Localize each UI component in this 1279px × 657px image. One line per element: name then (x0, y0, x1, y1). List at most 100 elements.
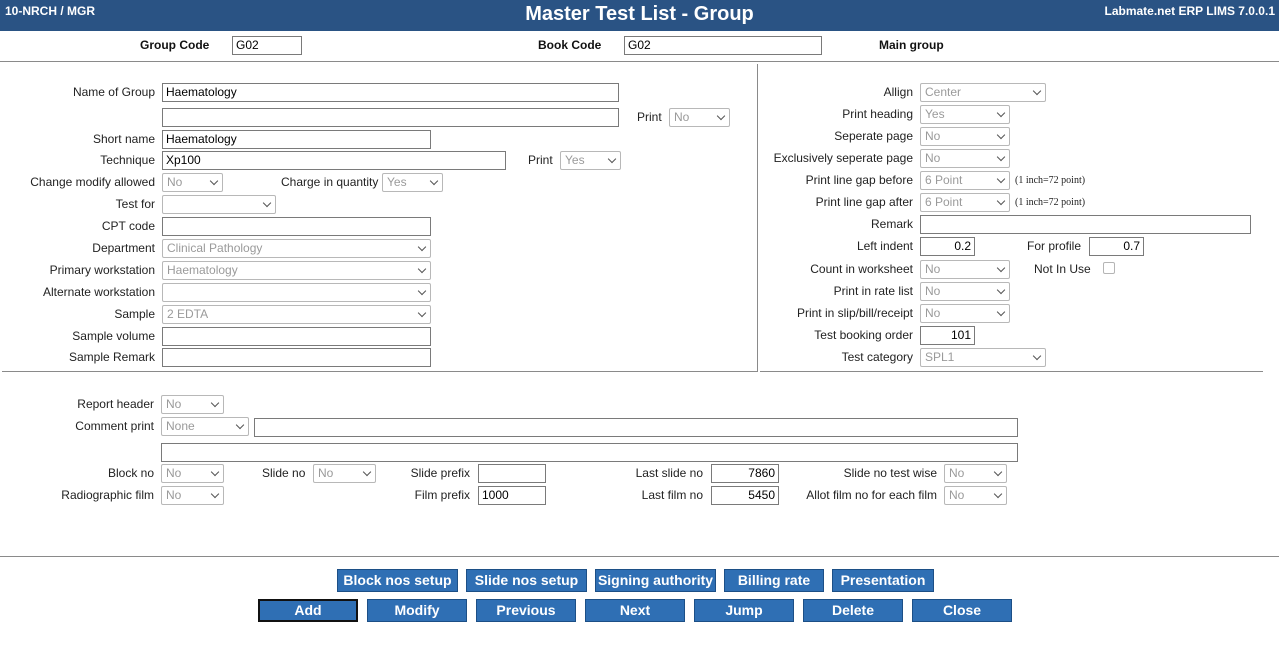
print-heading-value: Yes (925, 107, 945, 121)
print-select-1[interactable]: No (669, 108, 730, 127)
primary-workstation-select[interactable]: Haematology (162, 261, 431, 280)
report-header-value: No (166, 397, 182, 411)
test-for-select[interactable] (162, 195, 276, 214)
short-name-label: Short name (92, 132, 155, 146)
charge-quantity-label: Charge in quantity (281, 175, 379, 189)
app-version: Labmate.net ERP LIMS 7.0.0.1 (1104, 4, 1275, 18)
seperate-page-select[interactable]: No (920, 127, 1010, 146)
exclusively-seperate-page-value: No (925, 151, 941, 165)
print-heading-label: Print heading (842, 107, 913, 121)
department-label: Department (92, 241, 155, 255)
allot-film-select[interactable]: No (944, 486, 1007, 505)
short-name-input[interactable]: Haematology (162, 130, 431, 149)
allign-select[interactable]: Center (920, 83, 1046, 102)
report-header-label: Report header (77, 397, 154, 411)
group-code-input[interactable]: G02 (232, 36, 302, 55)
presentation-button[interactable]: Presentation (832, 569, 934, 592)
add-button[interactable]: Add (258, 599, 358, 622)
block-nos-setup-button[interactable]: Block nos setup (337, 569, 458, 592)
chevron-down-icon (993, 467, 1003, 477)
billing-rate-button[interactable]: Billing rate (724, 569, 824, 592)
slide-no-label: Slide no (262, 466, 306, 480)
last-film-input[interactable]: 5450 (711, 486, 779, 505)
chevron-down-icon (996, 263, 1006, 273)
slide-prefix-input[interactable] (478, 464, 546, 483)
name-of-group-input[interactable]: Haematology (162, 83, 619, 102)
count-worksheet-select[interactable]: No (920, 260, 1010, 279)
cpt-code-input[interactable] (162, 217, 431, 236)
divider-mid-right (760, 371, 1263, 372)
slide-no-value: No (318, 466, 334, 480)
report-header-select[interactable]: No (161, 395, 224, 414)
remark-label: Remark (870, 217, 913, 231)
chevron-down-icon (209, 176, 219, 186)
sample-select[interactable]: 2 EDTA (162, 305, 431, 324)
film-prefix-input[interactable]: 1000 (478, 486, 546, 505)
print-heading-select[interactable]: Yes (920, 105, 1010, 124)
not-in-use-label: Not In Use (1034, 262, 1091, 276)
last-slide-label: Last slide no (635, 466, 703, 480)
technique-label: Technique (100, 153, 155, 167)
main-group-label: Main group (879, 38, 944, 52)
change-modify-select[interactable]: No (162, 173, 223, 192)
signing-authority-button[interactable]: Signing authority (595, 569, 716, 592)
chevron-down-icon (1032, 86, 1042, 96)
booking-order-input[interactable]: 101 (920, 326, 975, 345)
block-no-select[interactable]: No (161, 464, 224, 483)
delete-button[interactable]: Delete (803, 599, 903, 622)
left-indent-input[interactable]: 0.2 (920, 237, 975, 256)
comment-text-input-1[interactable] (254, 418, 1018, 437)
comment-text-input-2[interactable] (161, 443, 1018, 462)
print-select-1-value: No (674, 110, 690, 124)
slide-no-select[interactable]: No (313, 464, 376, 483)
test-category-select[interactable]: SPL1 (920, 348, 1046, 367)
print-label-2: Print (528, 153, 553, 167)
last-slide-input[interactable]: 7860 (711, 464, 779, 483)
print-rate-list-select[interactable]: No (920, 282, 1010, 301)
remark-input[interactable] (920, 215, 1251, 234)
book-code-input[interactable]: G02 (624, 36, 822, 55)
next-button[interactable]: Next (585, 599, 685, 622)
count-worksheet-label: Count in worksheet (810, 262, 913, 276)
radiographic-film-value: No (166, 488, 182, 502)
slide-nos-setup-button[interactable]: Slide nos setup (466, 569, 587, 592)
exclusively-seperate-page-select[interactable]: No (920, 149, 1010, 168)
print-slip-select[interactable]: No (920, 304, 1010, 323)
technique-input[interactable]: Xp100 (162, 151, 506, 170)
department-select[interactable]: Clinical Pathology (162, 239, 431, 258)
chevron-down-icon (429, 176, 439, 186)
sample-volume-input[interactable] (162, 327, 431, 346)
booking-order-label: Test booking order (814, 328, 913, 342)
slide-test-wise-select[interactable]: No (944, 464, 1007, 483)
slide-test-wise-value: No (949, 466, 965, 480)
print-select-2[interactable]: Yes (560, 151, 621, 170)
test-for-label: Test for (115, 197, 155, 211)
chevron-down-icon (210, 398, 220, 408)
change-modify-label: Change modify allowed (30, 175, 155, 189)
charge-quantity-select[interactable]: Yes (382, 173, 443, 192)
sample-remark-label: Sample Remark (68, 350, 155, 364)
name-of-group-line2-input[interactable] (162, 108, 619, 127)
allot-film-label: Allot film no for each film (806, 488, 937, 502)
chevron-down-icon (417, 242, 427, 252)
chevron-down-icon (362, 467, 372, 477)
left-indent-label: Left indent (856, 239, 913, 253)
alternate-workstation-select[interactable] (162, 283, 431, 302)
chevron-down-icon (996, 307, 1006, 317)
comment-print-select[interactable]: None (161, 417, 249, 436)
modify-button[interactable]: Modify (367, 599, 467, 622)
jump-button[interactable]: Jump (694, 599, 794, 622)
sample-remark-input[interactable] (162, 348, 431, 367)
for-profile-input[interactable]: 0.7 (1089, 237, 1144, 256)
count-worksheet-value: No (925, 262, 941, 276)
close-button[interactable]: Close (912, 599, 1012, 622)
line-gap-after-select[interactable]: 6 Point (920, 193, 1010, 212)
previous-button[interactable]: Previous (476, 599, 576, 622)
radiographic-film-label: Radiographic film (61, 488, 154, 502)
line-gap-before-select[interactable]: 6 Point (920, 171, 1010, 190)
not-in-use-checkbox[interactable] (1103, 262, 1115, 274)
radiographic-film-select[interactable]: No (161, 486, 224, 505)
print-label-1: Print (637, 110, 662, 124)
change-modify-value: No (167, 175, 183, 189)
chevron-down-icon (417, 264, 427, 274)
